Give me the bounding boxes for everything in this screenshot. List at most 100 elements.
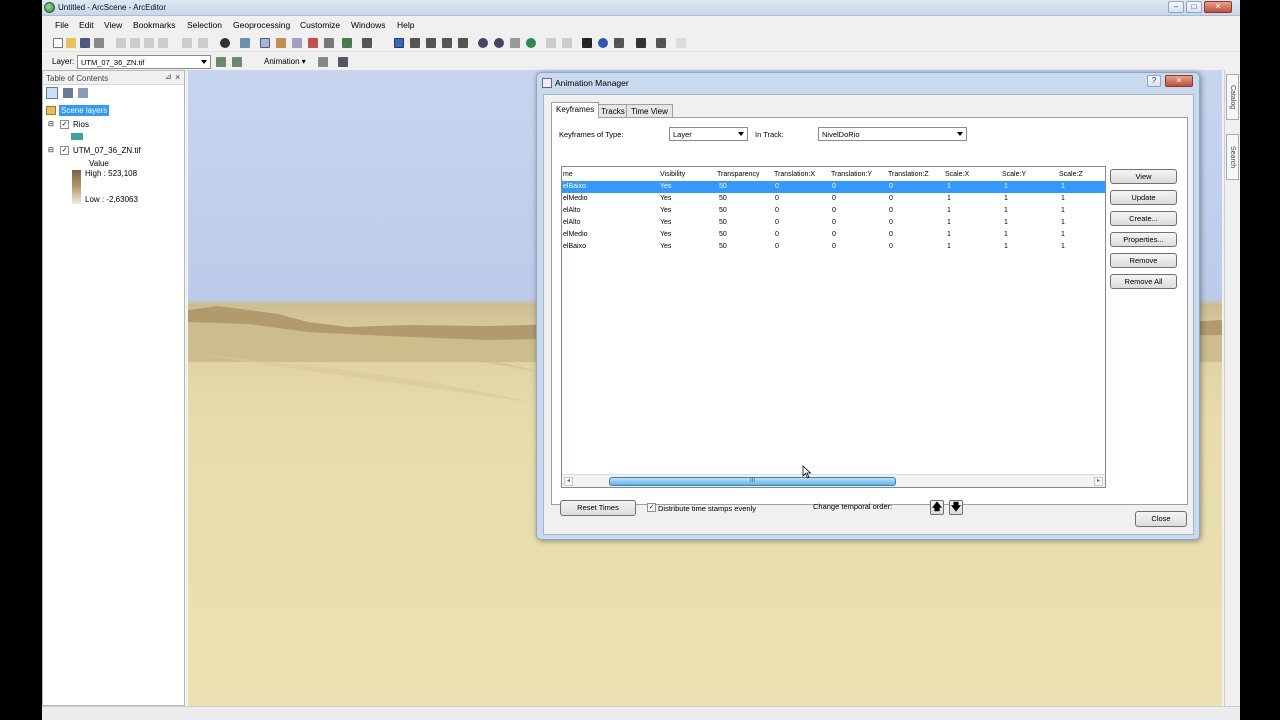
table-row[interactable]: elBaixo Yes 50 0 0 0 1 1 1 <box>562 241 1105 253</box>
select-features-icon[interactable] <box>582 38 592 48</box>
options-icon[interactable] <box>676 38 686 48</box>
paste-icon[interactable] <box>144 38 154 48</box>
update-button[interactable]: Update <box>1110 190 1177 205</box>
column-translation-x[interactable]: Translation:X <box>774 171 815 178</box>
scene-layers-root[interactable]: Scene layers <box>59 105 110 116</box>
column-translation-y[interactable]: Translation:Y <box>831 171 872 178</box>
zoom-in-icon[interactable] <box>478 38 488 48</box>
dialog-help-button[interactable]: ? <box>1147 75 1161 87</box>
pin-icon[interactable]: ⊿ <box>165 72 172 81</box>
reset-times-button[interactable]: Reset Times <box>560 500 636 516</box>
navigate-tool-icon[interactable] <box>394 38 404 48</box>
raster-layer-icon[interactable] <box>216 57 226 67</box>
keyframe-type-dropdown[interactable]: Layer <box>669 127 748 141</box>
close-button[interactable]: Close <box>1135 511 1187 527</box>
menu-bookmarks[interactable]: Bookmarks <box>133 20 176 30</box>
dialog-close-x-button[interactable]: ✕ <box>1165 75 1193 87</box>
menu-selection[interactable]: Selection <box>187 20 222 30</box>
layer-dropdown[interactable]: UTM_07_36_ZN.tif <box>77 55 211 69</box>
camera-icon[interactable] <box>318 57 328 67</box>
catalog-icon[interactable] <box>276 38 286 48</box>
table-row[interactable]: elMedio Yes 50 0 0 0 1 1 1 <box>562 193 1105 205</box>
menu-customize[interactable]: Customize <box>300 20 340 30</box>
view-button[interactable]: View <box>1110 169 1177 184</box>
layer-icon[interactable] <box>240 38 250 48</box>
move-up-arrow-icon[interactable]: 🡅 <box>930 500 944 515</box>
list-by-drawing-order-icon[interactable] <box>46 87 58 99</box>
zoom-to-target-icon[interactable] <box>442 38 452 48</box>
list-by-visibility-icon[interactable] <box>78 88 88 98</box>
rios-symbol-swatch[interactable] <box>71 133 83 140</box>
identify-icon[interactable] <box>598 38 608 48</box>
redo-icon[interactable] <box>198 38 208 48</box>
delete-icon[interactable] <box>158 38 168 48</box>
animation-menu[interactable]: Animation ▾ <box>264 57 306 66</box>
table-row[interactable]: elBaixo Yes 50 0 0 0 1 1 1 <box>562 181 1105 193</box>
target-center-icon[interactable] <box>426 38 436 48</box>
column-transparency[interactable]: Transparency <box>717 171 760 178</box>
remove-all-button[interactable]: Remove All <box>1110 274 1177 289</box>
copy-icon[interactable] <box>130 38 140 48</box>
table-of-contents-icon[interactable] <box>260 38 270 48</box>
rios-visibility-checkbox[interactable]: ✓ <box>60 120 69 129</box>
narrow-fov-icon[interactable] <box>546 38 556 48</box>
collapse-icon[interactable]: ⊟ <box>48 120 54 128</box>
properties-button[interactable]: Properties... <box>1110 232 1177 247</box>
print-icon[interactable] <box>94 38 104 48</box>
column-name[interactable]: me <box>563 171 573 178</box>
table-row[interactable]: elAlto Yes 50 0 0 0 1 1 1 <box>562 217 1105 229</box>
python-window-icon[interactable] <box>308 38 318 48</box>
menu-edit[interactable]: Edit <box>79 20 94 30</box>
remove-button[interactable]: Remove <box>1110 253 1177 268</box>
undo-icon[interactable] <box>182 38 192 48</box>
help-icon[interactable] <box>362 38 372 48</box>
tab-time-view[interactable]: Time View <box>626 104 673 118</box>
move-down-arrow-icon[interactable]: 🡇 <box>949 500 963 515</box>
full-extent-icon[interactable] <box>526 38 536 48</box>
menu-windows[interactable]: Windows <box>351 20 385 30</box>
list-by-source-icon[interactable] <box>63 88 73 98</box>
tab-tracks[interactable]: Tracks <box>596 104 630 118</box>
close-window-button[interactable]: ✕ <box>1204 1 1232 13</box>
html-popup-icon[interactable] <box>614 38 624 48</box>
pan-icon[interactable] <box>510 38 520 48</box>
create-button[interactable]: Create... <box>1110 211 1177 226</box>
menu-view[interactable]: View <box>104 20 122 30</box>
toolbox-icon[interactable] <box>292 38 302 48</box>
new-document-icon[interactable] <box>53 38 63 48</box>
toc-close-icon[interactable]: × <box>175 72 180 82</box>
track-dropdown[interactable]: NivelDoRio <box>818 127 967 141</box>
animation-controls-icon[interactable] <box>338 57 348 67</box>
menu-file[interactable]: File <box>55 20 69 30</box>
table-row[interactable]: elAlto Yes 50 0 0 0 1 1 1 <box>562 205 1105 217</box>
scrollbar-thumb[interactable]: III <box>609 477 896 486</box>
cut-icon[interactable] <box>116 38 126 48</box>
raster-visibility-checkbox[interactable]: ✓ <box>60 146 69 155</box>
tab-keyframes[interactable]: Keyframes <box>551 102 600 118</box>
column-scale-y[interactable]: Scale:Y <box>1002 171 1026 178</box>
fly-icon[interactable] <box>410 38 420 48</box>
column-visibility[interactable]: Visibility <box>660 171 685 178</box>
menu-help[interactable]: Help <box>397 20 414 30</box>
zoom-out-icon[interactable] <box>494 38 504 48</box>
table-row[interactable]: elMedio Yes 50 0 0 0 1 1 1 <box>562 229 1105 241</box>
keyframes-table[interactable]: me Visibility Transparency Translation:X… <box>561 166 1106 488</box>
minimize-button[interactable]: – <box>1168 1 1184 13</box>
search-tab[interactable]: Search <box>1226 134 1239 180</box>
measure-icon[interactable] <box>656 38 666 48</box>
navigate-icon[interactable] <box>342 38 352 48</box>
set-observer-icon[interactable] <box>458 38 468 48</box>
layer-properties-icon[interactable] <box>232 57 242 67</box>
add-data-icon[interactable] <box>220 38 230 48</box>
horizontal-scrollbar[interactable]: ◂ III ▸ <box>562 474 1105 487</box>
catalog-tab[interactable]: Catalog <box>1226 74 1239 120</box>
scroll-left-arrow-icon[interactable]: ◂ <box>564 477 573 486</box>
column-scale-x[interactable]: Scale:X <box>945 171 969 178</box>
collapse-icon[interactable]: ⊟ <box>48 146 54 154</box>
save-icon[interactable] <box>80 38 90 48</box>
find-icon[interactable] <box>636 38 646 48</box>
layer-name-raster[interactable]: UTM_07_36_ZN.tif <box>73 146 141 155</box>
scroll-right-arrow-icon[interactable]: ▸ <box>1094 477 1103 486</box>
column-scale-z[interactable]: Scale:Z <box>1059 171 1083 178</box>
column-translation-z[interactable]: Translation:Z <box>888 171 929 178</box>
